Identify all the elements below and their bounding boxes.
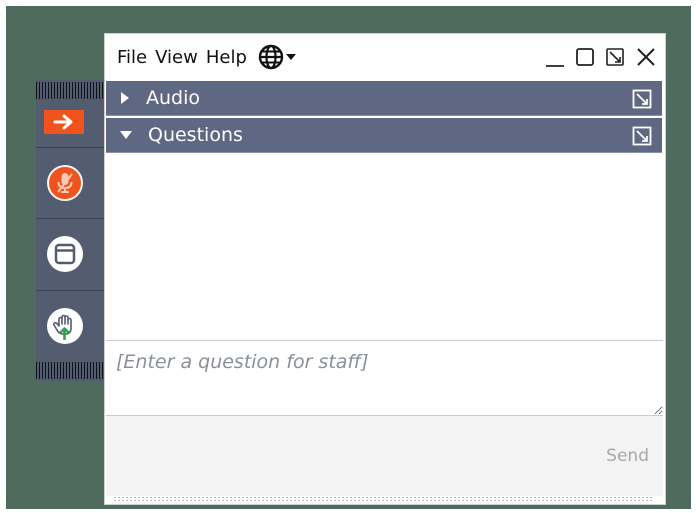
- send-area: Send: [106, 416, 663, 496]
- arrow-right-icon: [53, 114, 75, 130]
- drag-handle-top[interactable]: [36, 82, 104, 99]
- close-icon[interactable]: [635, 46, 657, 68]
- microphone-muted-icon: [54, 171, 76, 195]
- strip-divider: [36, 218, 104, 219]
- caret-right-icon: [120, 92, 130, 104]
- drag-handle-bottom[interactable]: [36, 362, 104, 379]
- show-window-button[interactable]: [47, 236, 83, 272]
- popout-icon[interactable]: [632, 89, 652, 109]
- audio-panel-title: Audio: [146, 87, 201, 109]
- globe-icon: [258, 44, 284, 70]
- window-icon: [54, 243, 76, 265]
- questions-panel-header[interactable]: Questions: [106, 118, 662, 153]
- microphone-mute-button[interactable]: [47, 165, 83, 201]
- question-input[interactable]: [106, 341, 663, 416]
- control-strip: [36, 80, 104, 381]
- questions-panel-title: Questions: [148, 124, 243, 146]
- menu-view[interactable]: View: [152, 47, 201, 68]
- window-controls: [545, 46, 657, 68]
- control-panel-window: File View Help Audio Questions [Enter a …: [105, 34, 665, 504]
- resize-handle[interactable]: [113, 496, 653, 502]
- questions-log: [106, 154, 663, 341]
- collapse-panel-button[interactable]: [44, 110, 84, 134]
- menu-help[interactable]: Help: [203, 47, 250, 68]
- minimize-icon[interactable]: [545, 46, 565, 68]
- strip-divider: [36, 147, 104, 148]
- audio-panel-header[interactable]: Audio: [106, 81, 662, 116]
- popout-icon[interactable]: [632, 126, 652, 146]
- language-menu[interactable]: [258, 44, 296, 70]
- strip-divider: [36, 290, 104, 291]
- raise-hand-button[interactable]: [47, 308, 83, 344]
- raise-hand-icon: [52, 312, 78, 340]
- maximize-icon[interactable]: [575, 46, 595, 68]
- caret-down-icon: [285, 53, 296, 61]
- caret-down-icon: [120, 130, 132, 140]
- send-button[interactable]: Send: [606, 446, 649, 466]
- menu-file[interactable]: File: [114, 47, 150, 68]
- popout-icon[interactable]: [605, 46, 625, 68]
- menu-bar: File View Help: [105, 34, 665, 80]
